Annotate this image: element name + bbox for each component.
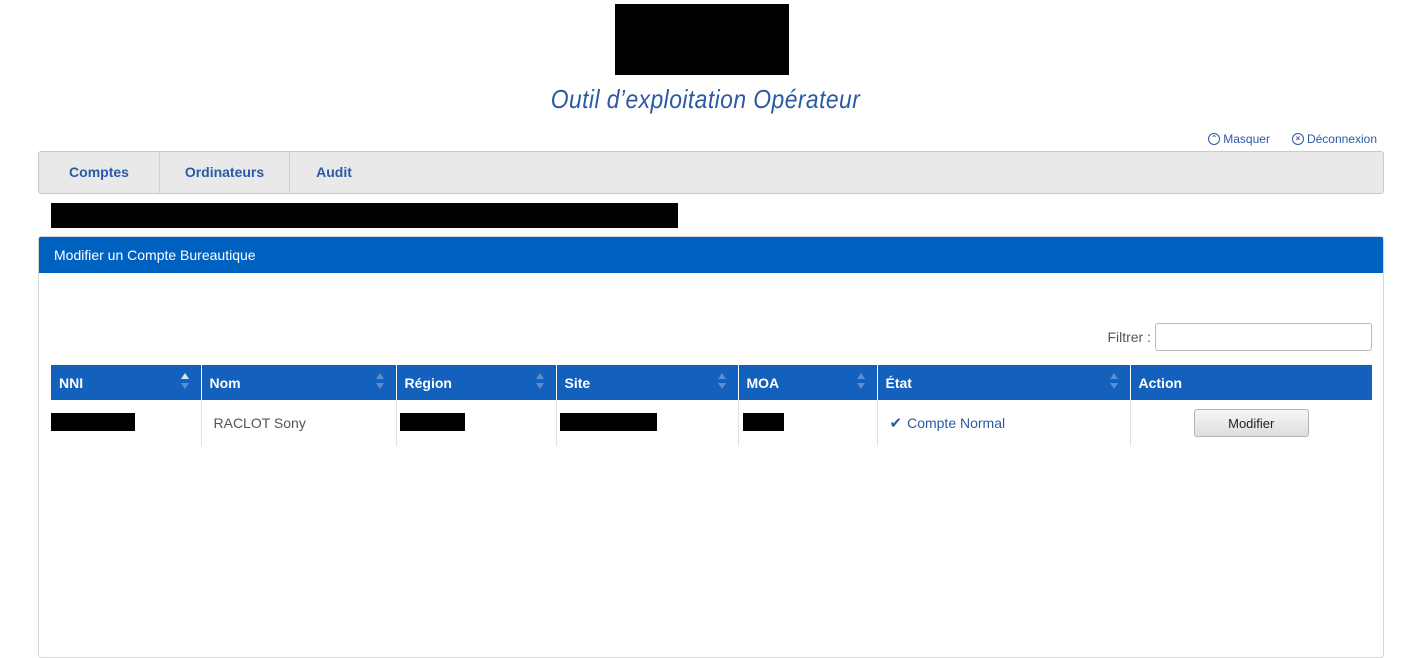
- col-nom[interactable]: Nom: [201, 365, 397, 400]
- region-redacted: [399, 412, 465, 431]
- col-region[interactable]: Région: [396, 365, 557, 400]
- col-moa[interactable]: MOA: [738, 365, 878, 400]
- deconnexion-label: Déconnexion: [1306, 132, 1377, 146]
- accounts-table: NNI Nom Région Site MOA État Action RACL…: [51, 365, 1372, 446]
- sort-icon: [375, 373, 384, 391]
- checkmark-icon: ✔: [889, 415, 903, 432]
- col-action: Action: [1130, 365, 1372, 400]
- col-etat[interactable]: État: [877, 365, 1131, 400]
- cell-etat: ✔ Compte Normal: [877, 400, 1131, 446]
- table-header-row: NNI Nom Région Site MOA État Action: [51, 365, 1372, 400]
- moa-redacted: [742, 412, 784, 431]
- top-links: ⌃ Masquer × Déconnexion: [1208, 132, 1377, 146]
- filter-group: Filtrer :: [1107, 323, 1372, 351]
- sort-asc-icon: [180, 373, 189, 391]
- filter-label: Filtrer :: [1107, 329, 1151, 345]
- deconnexion-link[interactable]: × Déconnexion: [1291, 132, 1377, 146]
- cell-nom: RACLOT Sony: [201, 400, 397, 446]
- cell-site: [556, 400, 739, 446]
- edit-account-panel: Modifier un Compte Bureautique Filtrer :…: [38, 236, 1384, 658]
- cell-action: Modifier: [1130, 400, 1372, 446]
- nni-redacted: [51, 412, 135, 431]
- etat-status: ✔ Compte Normal: [890, 414, 1118, 432]
- cell-region: [396, 400, 557, 446]
- tab-audit[interactable]: Audit: [290, 152, 378, 193]
- cell-moa: [738, 400, 878, 446]
- main-nav: Comptes Ordinateurs Audit: [38, 151, 1384, 194]
- breadcrumb-redacted: [51, 203, 678, 228]
- cell-nni: [51, 400, 202, 446]
- modifier-button[interactable]: Modifier: [1193, 409, 1309, 437]
- masquer-link[interactable]: ⌃ Masquer: [1208, 132, 1270, 146]
- table-row: RACLOT Sony ✔ Compte Normal Modifier: [51, 400, 1372, 446]
- sort-icon: [717, 373, 726, 391]
- filter-input[interactable]: [1155, 323, 1372, 351]
- sort-icon: [856, 373, 865, 391]
- app-title: Outil d’exploitation Opérateur: [550, 84, 861, 114]
- logo-redacted: [615, 4, 789, 75]
- tab-comptes[interactable]: Comptes: [39, 152, 160, 193]
- etat-label: Compte Normal: [907, 415, 1006, 431]
- sort-icon: [535, 373, 544, 391]
- sort-icon: [1109, 373, 1118, 391]
- masquer-label: Masquer: [1223, 132, 1270, 146]
- circle-x-icon: ×: [1291, 133, 1304, 145]
- circle-chevron-up-icon: ⌃: [1208, 133, 1221, 145]
- site-redacted: [559, 412, 657, 431]
- col-nni[interactable]: NNI: [51, 365, 202, 400]
- col-site[interactable]: Site: [556, 365, 739, 400]
- tab-ordinateurs[interactable]: Ordinateurs: [160, 152, 290, 193]
- panel-title: Modifier un Compte Bureautique: [39, 237, 1383, 273]
